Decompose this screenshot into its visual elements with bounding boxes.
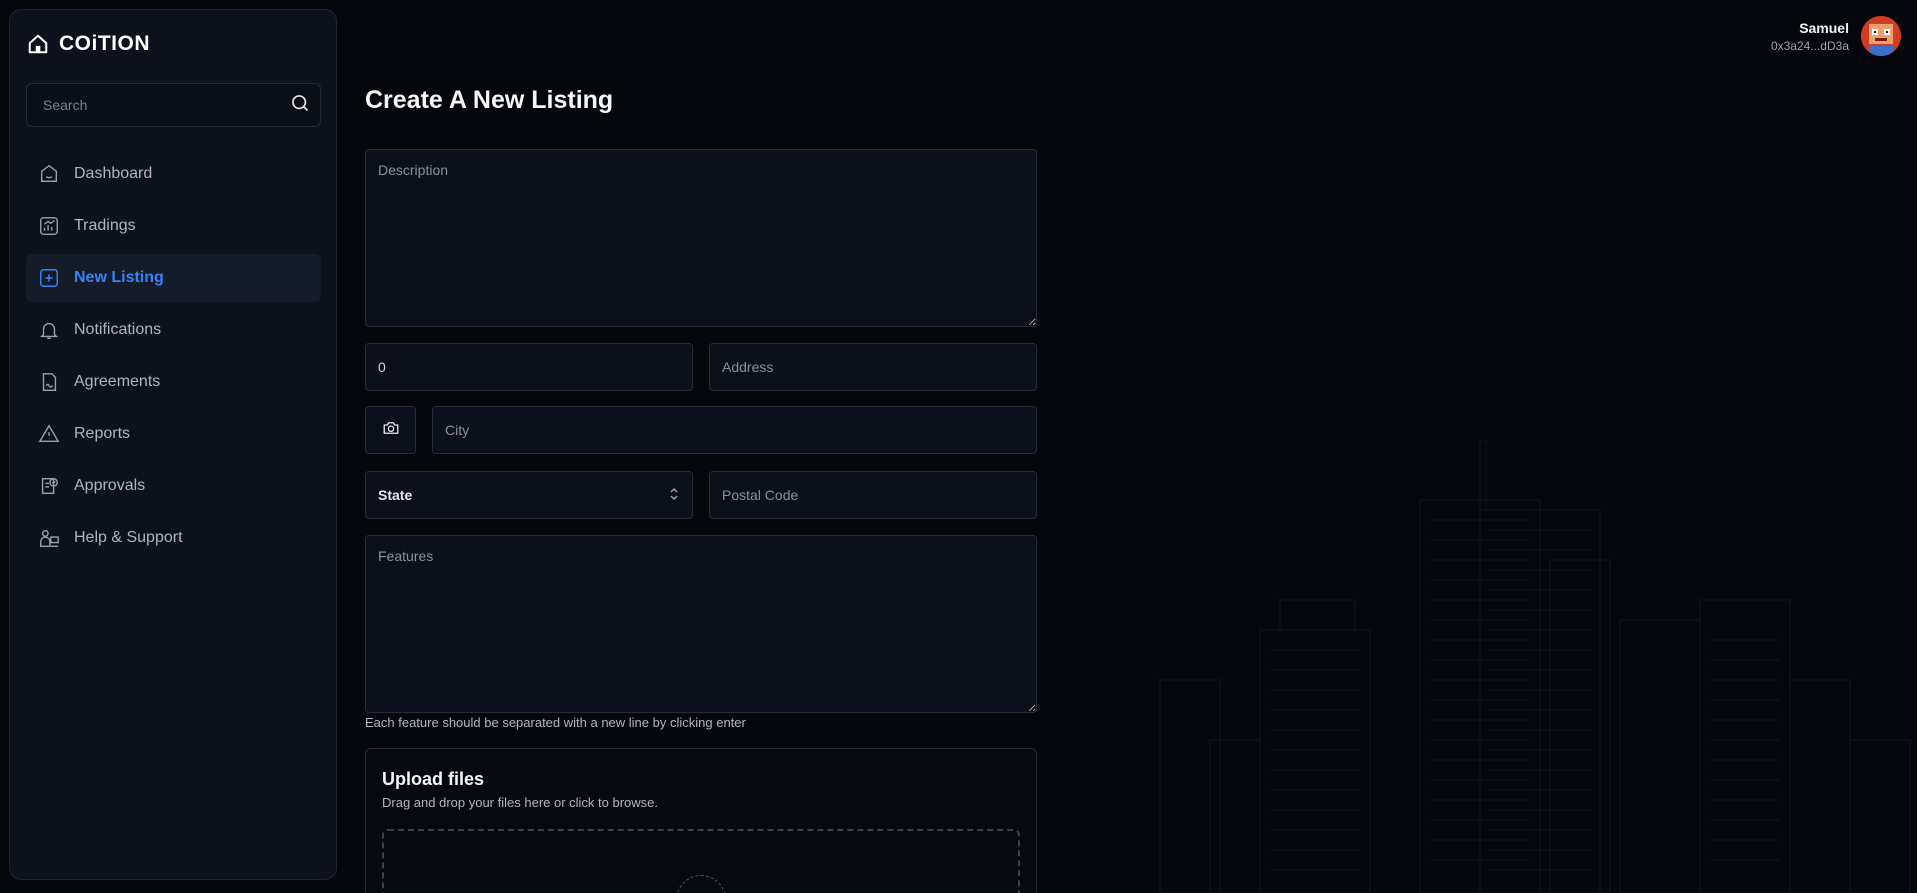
brand[interactable]: COiTION <box>27 32 150 56</box>
description-field[interactable] <box>365 149 1037 327</box>
brand-name: COiTION <box>59 32 150 55</box>
search-box <box>26 83 321 127</box>
upload-subtitle: Drag and drop your files here or click t… <box>382 795 659 810</box>
wallet-address: 0x3a24...dD3a <box>1770 38 1849 53</box>
chart-icon <box>38 215 60 237</box>
sidebar-item-label: Reports <box>74 425 131 442</box>
sidebar-item-dashboard[interactable]: Dashboard <box>26 150 321 198</box>
city-field[interactable] <box>432 406 1037 454</box>
sidebar-item-label: Approvals <box>74 477 146 494</box>
sidebar-item-tradings[interactable]: Tradings <box>26 202 321 250</box>
sidebar-item-label: Notifications <box>74 321 162 338</box>
sidebar-item-approvals[interactable]: Approvals <box>26 462 321 510</box>
sidebar: COiTION Dashboard Tradings <box>9 9 337 880</box>
warning-icon <box>38 423 60 445</box>
sidebar-item-label: Help & Support <box>74 529 183 546</box>
upload-title: Upload files <box>382 769 485 789</box>
sidebar-item-agreements[interactable]: Agreements <box>26 358 321 406</box>
avatar[interactable] <box>1861 16 1901 56</box>
sidebar-item-notifications[interactable]: Notifications <box>26 306 321 354</box>
home-icon <box>27 33 49 55</box>
sidebar-nav: Dashboard Tradings New Listing Notificat… <box>26 150 321 566</box>
address-field[interactable] <box>709 343 1037 391</box>
camera-button[interactable] <box>365 406 416 454</box>
sidebar-item-new-listing[interactable]: New Listing <box>26 254 321 302</box>
features-field[interactable] <box>365 535 1037 713</box>
user-info: Samuel 0x3a24...dD3a <box>1771 20 1849 53</box>
user-menu[interactable]: Samuel 0x3a24...dD3a <box>1771 16 1901 56</box>
upload-icon <box>676 875 726 893</box>
page-title: Create A New Listing <box>365 86 614 114</box>
features-hint: Each feature should be separated with a … <box>365 715 746 730</box>
support-icon <box>38 527 60 549</box>
user-name: Samuel <box>1799 19 1849 36</box>
price-field[interactable] <box>365 343 693 391</box>
approval-icon <box>38 475 60 497</box>
sidebar-item-label: Agreements <box>74 373 161 390</box>
search-icon[interactable] <box>290 93 310 118</box>
plus-square-icon <box>38 267 60 289</box>
document-sign-icon <box>38 371 60 393</box>
chevron-up-down-icon <box>668 487 680 504</box>
file-dropzone[interactable] <box>382 829 1020 893</box>
state-select-value: State <box>378 487 413 503</box>
sidebar-item-reports[interactable]: Reports <box>26 410 321 458</box>
camera-icon <box>382 419 400 442</box>
buildings-background-art <box>1159 440 1911 893</box>
bell-icon <box>38 319 60 341</box>
sidebar-item-label: Dashboard <box>74 165 153 182</box>
postal-code-field[interactable] <box>709 471 1037 519</box>
dashboard-icon <box>38 163 60 185</box>
upload-panel: Upload files Drag and drop your files he… <box>365 748 1037 893</box>
sidebar-item-help-support[interactable]: Help & Support <box>26 514 321 562</box>
state-select[interactable]: State <box>365 471 693 519</box>
search-input[interactable] <box>43 97 290 113</box>
sidebar-item-label: New Listing <box>74 269 164 286</box>
sidebar-item-label: Tradings <box>74 217 136 234</box>
